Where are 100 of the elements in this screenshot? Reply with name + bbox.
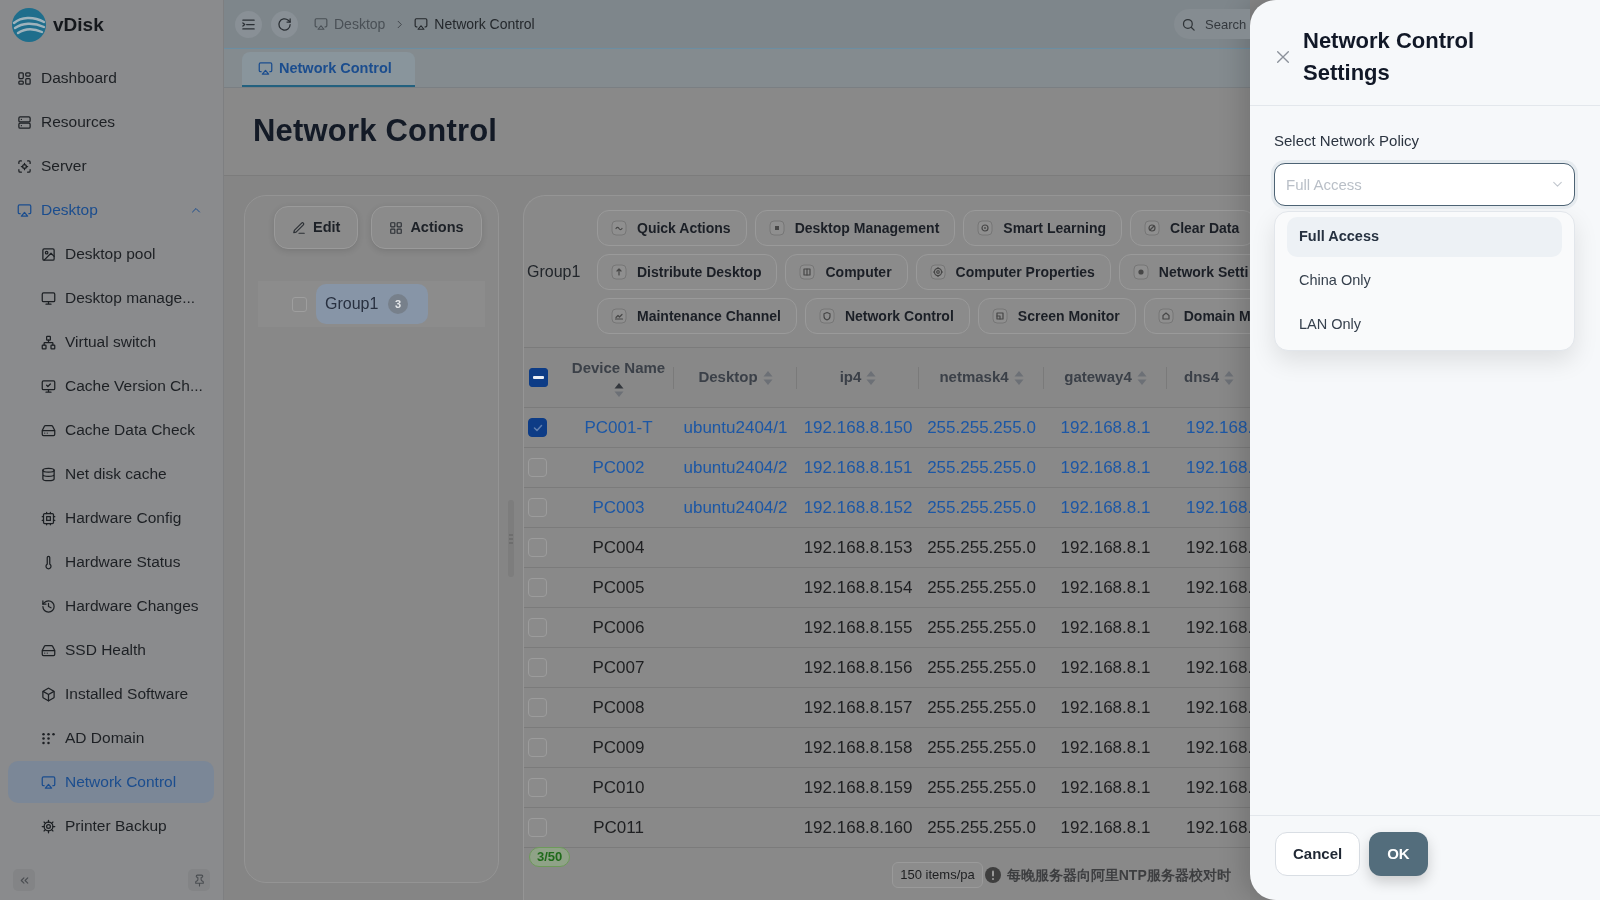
count-badge: 3: [388, 294, 408, 314]
tree-item[interactable]: Group1 3: [316, 284, 428, 324]
cancel-button[interactable]: Cancel: [1275, 832, 1361, 876]
table-cell-text: 192.168.: [1186, 776, 1250, 799]
pin-button[interactable]: [188, 869, 210, 891]
pencil-icon: [292, 220, 306, 235]
action-button[interactable]: Computer: [785, 254, 908, 290]
sidebar-item[interactable]: Hardware Changes: [8, 585, 214, 627]
action-button[interactable]: Clear Data: [1130, 210, 1250, 246]
table-cell-text: 192.168.8.151: [803, 456, 913, 479]
policy-select[interactable]: Full Access: [1274, 163, 1575, 206]
table-cell-text: PC006: [592, 616, 645, 639]
refresh-button[interactable]: [271, 10, 298, 38]
table-cell-text: PC005: [592, 576, 645, 599]
warning-icon: [984, 867, 1001, 883]
table-cell-text: 192.168.8.160: [803, 816, 913, 839]
square-icon: [768, 220, 785, 236]
arrow-up-icon: [611, 264, 627, 280]
ban-icon: [1144, 220, 1161, 236]
table-cell-text: 255.255.255.0: [927, 616, 1036, 639]
collapse-button[interactable]: [13, 869, 35, 891]
table-cell-text: 192.168.: [1186, 456, 1250, 479]
scan-icon: [17, 158, 32, 174]
menu-button[interactable]: [235, 10, 262, 38]
breadcrumb-link[interactable]: Network Control: [414, 13, 535, 35]
close-button[interactable]: [1275, 48, 1291, 65]
table-cell-text: 192.168.: [1186, 416, 1250, 439]
sidebar-item[interactable]: SSD Health: [8, 629, 214, 671]
wave-icon: [611, 220, 627, 236]
dots-grid-icon: [41, 730, 56, 746]
sort-icon[interactable]: [613, 381, 624, 398]
sidebar-item[interactable]: Desktop manage...: [8, 277, 214, 319]
select-all-checkbox[interactable]: [529, 368, 548, 387]
table-cell-text: 192.168.: [1186, 536, 1250, 559]
page-size-select[interactable]: 150 items/pa: [892, 862, 983, 888]
table-cell-text: 192.168.8.159: [803, 776, 913, 799]
action-button[interactable]: Smart Learning: [963, 210, 1123, 246]
confirm-button[interactable]: OK: [1369, 832, 1428, 876]
table-cell-text: 192.168.: [1186, 696, 1250, 719]
dropdown-option[interactable]: Full Access: [1287, 217, 1562, 257]
action-button[interactable]: Quick Actions: [597, 210, 747, 246]
table-cell-text: 192.168.8.1: [1060, 416, 1151, 439]
table-cell-text: 192.168.: [1186, 656, 1250, 679]
monitor-cast-icon: [414, 17, 429, 31]
table-cell-text: 192.168.: [1186, 576, 1250, 599]
sidebar-item[interactable]: Net disk cache: [8, 453, 214, 495]
dropdown-option[interactable]: LAN Only: [1287, 305, 1562, 345]
sidebar-item[interactable]: AD Domain: [8, 717, 214, 759]
action-button[interactable]: Computer Properties: [915, 254, 1111, 290]
sidebar-item[interactable]: Printer Backup: [8, 805, 214, 847]
sort-icon[interactable]: [1224, 369, 1234, 386]
table-cell-text: 192.168.8.1: [1060, 816, 1151, 839]
column-header: ip4: [839, 367, 862, 388]
action-button[interactable]: Maintenance Channel: [597, 298, 797, 334]
sidebar-item[interactable]: Server: [8, 145, 214, 187]
sidebar-item[interactable]: Hardware Status: [8, 541, 214, 583]
pin-icon: [192, 873, 206, 887]
dropdown-option[interactable]: China Only: [1287, 261, 1562, 301]
window-icon: [991, 308, 1008, 324]
action-button[interactable]: Distribute Desktop: [597, 254, 778, 290]
sidebar-item[interactable]: Desktop pool: [8, 233, 214, 275]
tab[interactable]: Network Control: [242, 52, 415, 87]
shield-icon: [818, 308, 835, 324]
toolbar-button[interactable]: Edit: [274, 206, 359, 249]
action-button[interactable]: Network Control: [804, 298, 970, 334]
history-icon: [41, 598, 56, 614]
table-cell-text: 192.168.8.1: [1060, 536, 1151, 559]
server-icon: [17, 114, 32, 130]
column-header: Desktop: [698, 367, 758, 388]
selection-count-badge: 3/50: [529, 847, 571, 867]
image-icon: [41, 246, 56, 262]
action-button[interactable]: Domain M: [1143, 298, 1250, 334]
sidebar-item[interactable]: Hardware Config: [8, 497, 214, 539]
group-label: Group1: [527, 262, 581, 282]
monitor-cast-icon: [314, 17, 328, 31]
table-cell-text: 255.255.255.0: [927, 816, 1036, 839]
sidebar-item[interactable]: Installed Software: [8, 673, 214, 715]
table-cell-text: 192.168.8.158: [803, 736, 913, 759]
action-button[interactable]: Screen Monitor: [977, 298, 1136, 334]
table-cell-text: 192.168.: [1186, 736, 1250, 759]
sidebar-item[interactable]: Resources: [8, 101, 214, 143]
table-cell-text: 255.255.255.0: [927, 576, 1036, 599]
table-cell-text: 255.255.255.0: [927, 416, 1036, 439]
column-header: gateway4: [1064, 367, 1132, 388]
action-button[interactable]: Network Setti: [1118, 254, 1250, 290]
toolbar-button[interactable]: Actions: [371, 206, 482, 249]
search-field[interactable]: Search: [1174, 9, 1250, 39]
sidebar-item[interactable]: Virtual switch: [8, 321, 214, 363]
table-cell-text: 192.168.: [1186, 496, 1250, 519]
table-cell-text: PC011: [593, 816, 644, 839]
sidebar-item[interactable]: Dashboard: [8, 57, 214, 99]
action-button[interactable]: Desktop Management: [754, 210, 956, 246]
sidebar-item[interactable]: Cache Version Ch...: [8, 365, 214, 407]
sidebar-item[interactable]: Desktop: [8, 189, 214, 231]
target-icon: [929, 264, 946, 280]
sidebar-item[interactable]: Cache Data Check: [8, 409, 214, 451]
table-cell-text: 192.168.: [1186, 616, 1250, 639]
gear-icon: [41, 818, 56, 834]
column-header: netmask4: [939, 367, 1009, 388]
row-checkbox[interactable]: [528, 418, 547, 437]
